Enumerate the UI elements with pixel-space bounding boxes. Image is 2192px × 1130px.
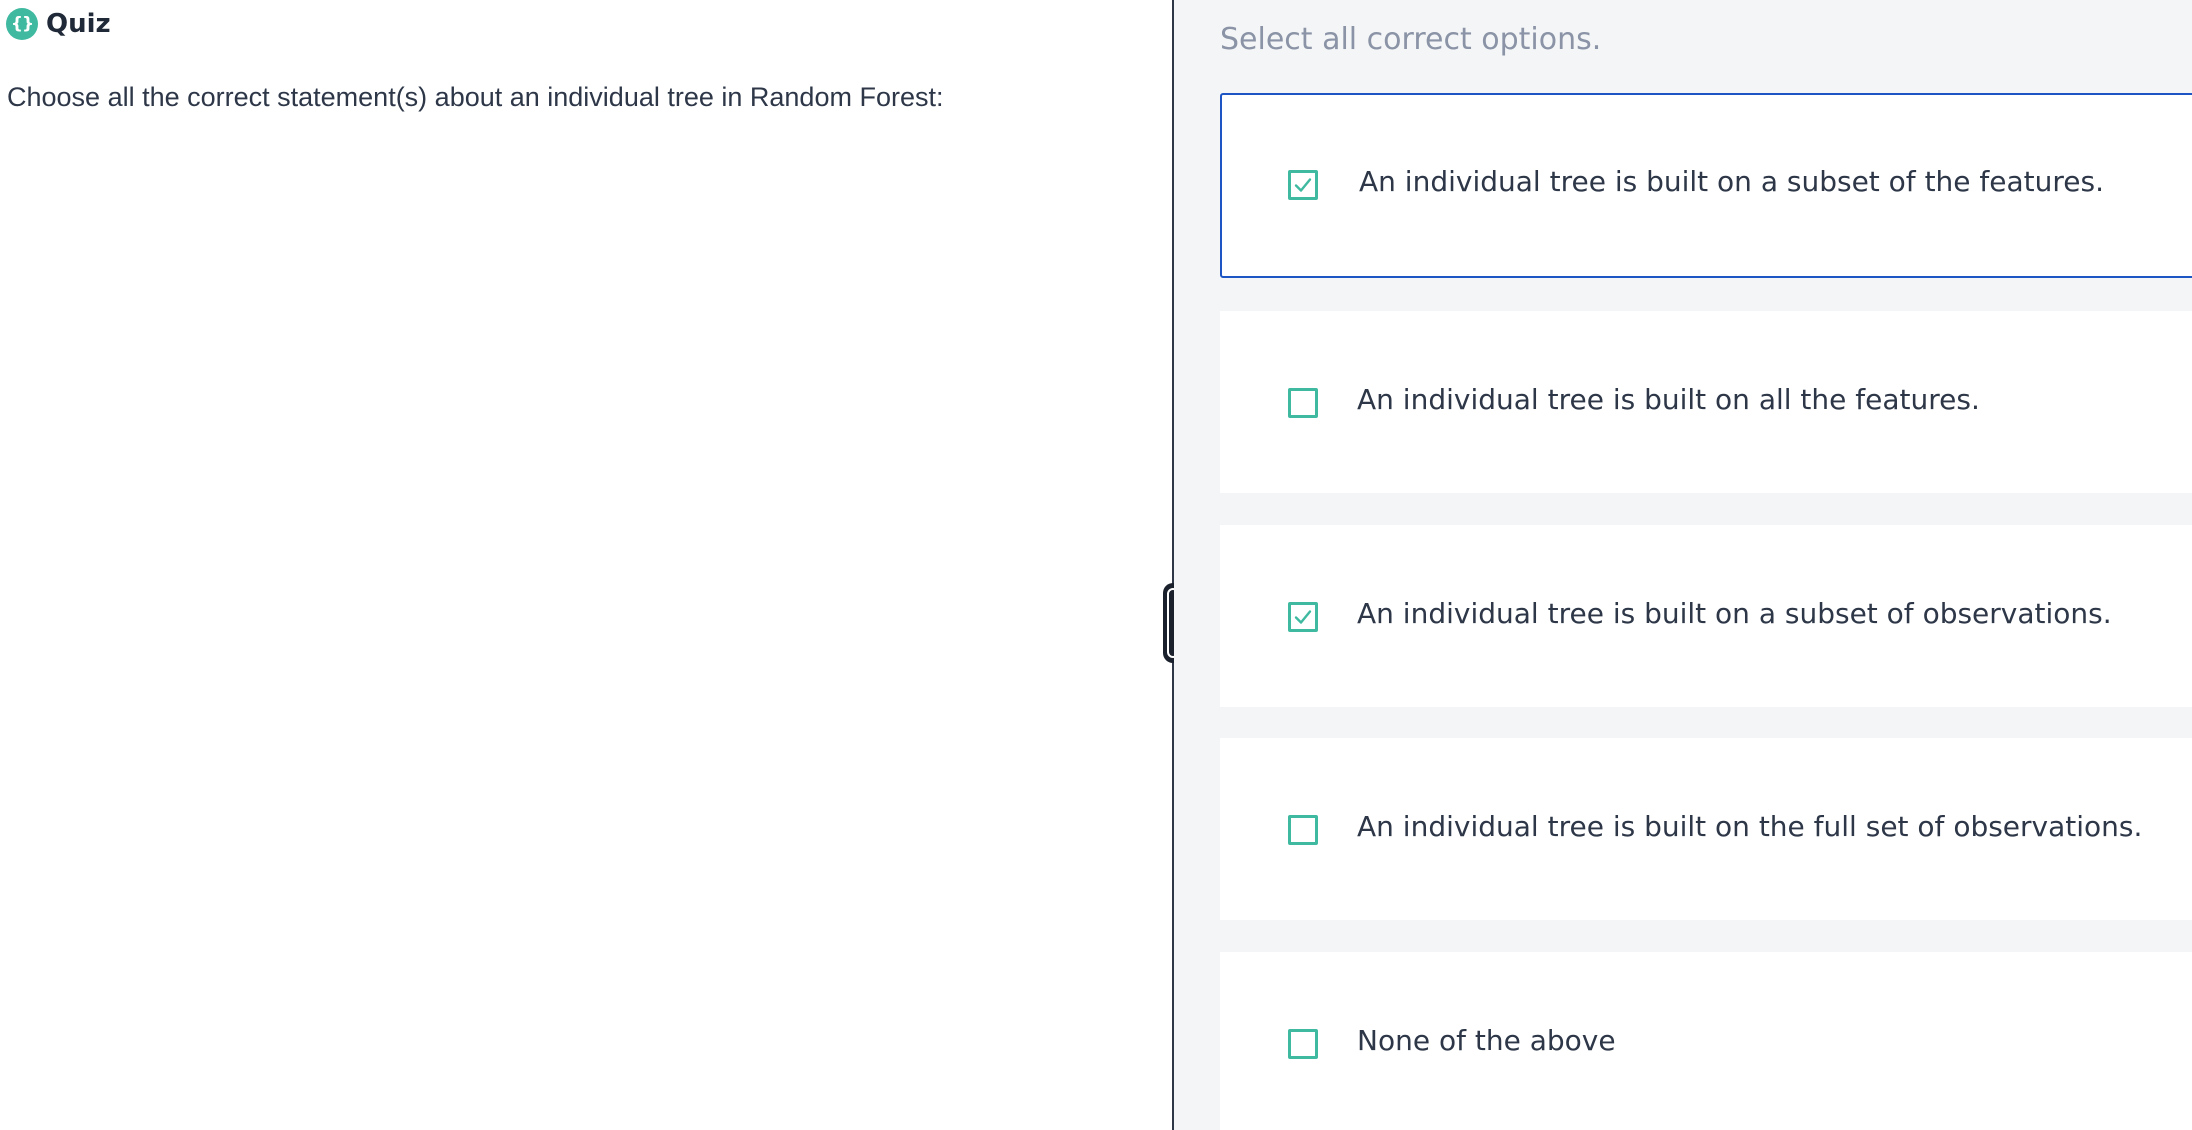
- quiz-header: {} Quiz: [6, 8, 111, 40]
- curly-braces-icon: {}: [6, 8, 38, 40]
- checkbox-checked-icon[interactable]: [1288, 170, 1318, 200]
- quiz-title: Quiz: [46, 9, 111, 39]
- checkbox-icon[interactable]: [1288, 1029, 1318, 1059]
- option-label: An individual tree is built on all the f…: [1357, 383, 1980, 416]
- question-pane: {} Quiz Choose all the correct statement…: [0, 0, 1172, 1130]
- checkmark-icon: [1294, 610, 1312, 624]
- checkbox-icon[interactable]: [1288, 815, 1318, 845]
- option-label: An individual tree is built on the full …: [1357, 810, 2143, 843]
- option-label: An individual tree is built on a subset …: [1359, 165, 2104, 198]
- answers-pane: Select all correct options. An individua…: [1174, 0, 2192, 1130]
- instruction-text: Select all correct options.: [1220, 22, 1602, 57]
- option-label: An individual tree is built on a subset …: [1357, 597, 2112, 630]
- checkmark-icon: [1294, 178, 1312, 192]
- option-card[interactable]: An individual tree is built on the full …: [1220, 738, 2192, 920]
- checkbox-icon[interactable]: [1288, 388, 1318, 418]
- option-card[interactable]: An individual tree is built on a subset …: [1220, 525, 2192, 707]
- question-text: Choose all the correct statement(s) abou…: [7, 82, 944, 112]
- option-card[interactable]: An individual tree is built on all the f…: [1220, 311, 2192, 493]
- option-card[interactable]: None of the above: [1220, 952, 2192, 1130]
- option-label: None of the above: [1357, 1024, 1616, 1057]
- option-card[interactable]: An individual tree is built on a subset …: [1220, 93, 2192, 278]
- checkbox-checked-icon[interactable]: [1288, 602, 1318, 632]
